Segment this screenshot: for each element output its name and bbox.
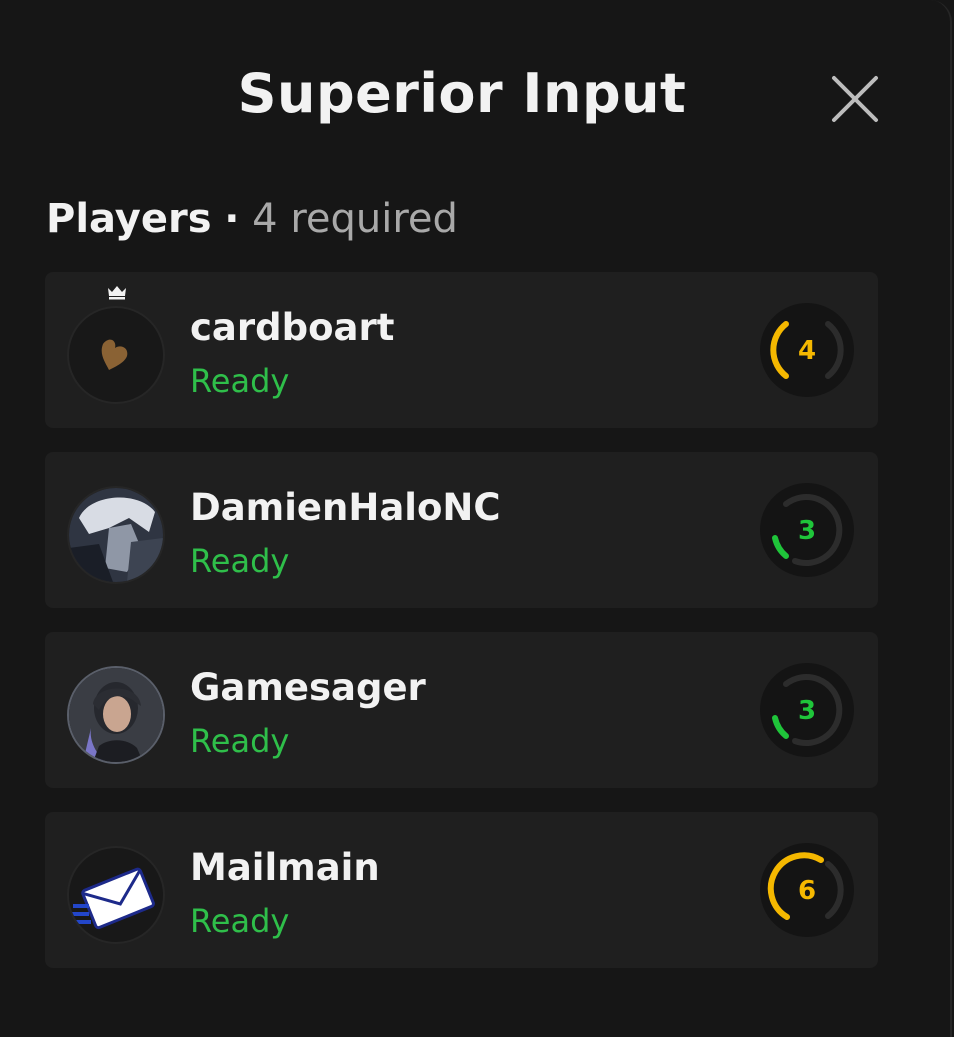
level-value: 6 [798,876,816,906]
players-dialog: Superior Input Players · 4 required card… [0,0,952,1037]
players-heading: Players · 4 required [46,196,458,242]
player-card[interactable]: DamienHaloNC Ready 3 [45,452,878,608]
required-count: 4 required [252,196,458,242]
player-name: cardboart [190,306,395,349]
player-name: Gamesager [190,666,426,709]
level-gauge: 3 [760,483,854,577]
avatar [67,306,165,404]
level-value: 4 [798,336,816,366]
dialog-title: Superior Input [237,62,687,125]
photo-portrait [69,668,163,762]
avatar [67,666,165,764]
player-status: Ready [190,362,290,400]
avatar [67,486,165,584]
level-gauge: 4 [760,303,854,397]
player-card[interactable]: cardboart Ready 4 [45,272,878,428]
anime-portrait [69,488,163,582]
level-value: 3 [798,696,816,726]
crown-icon [108,286,126,300]
avatar [67,846,165,944]
close-button[interactable] [826,70,884,128]
separator-dot: · [224,196,240,242]
players-label: Players [46,196,212,242]
heart-icon [101,339,128,370]
level-gauge: 3 [760,663,854,757]
envelope-icon [71,867,155,930]
level-gauge: 6 [760,843,854,937]
player-name: DamienHaloNC [190,486,501,529]
player-card[interactable]: Gamesager Ready 3 [45,632,878,788]
player-status: Ready [190,722,290,760]
player-status: Ready [190,542,290,580]
player-card[interactable]: Mailmain Ready 6 [45,812,878,968]
close-icon [832,76,878,122]
player-name: Mailmain [190,846,380,889]
level-value: 3 [798,516,816,546]
player-status: Ready [190,902,290,940]
